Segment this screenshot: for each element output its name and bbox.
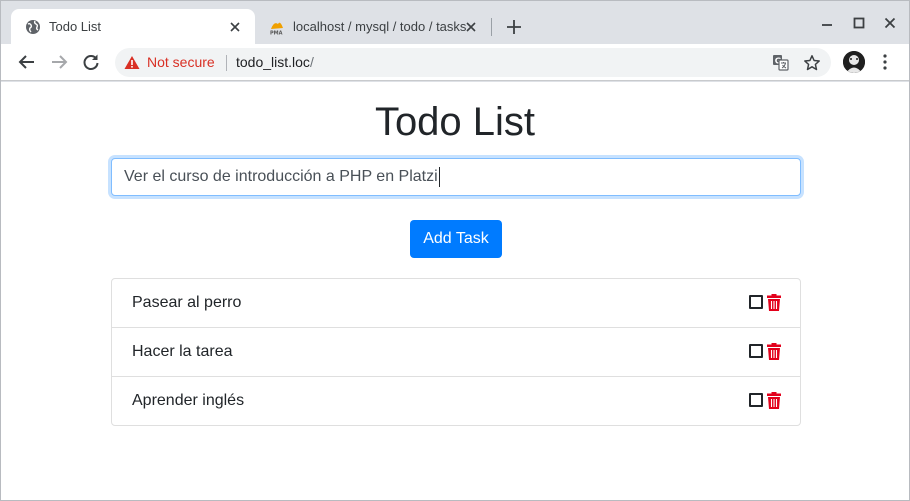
trash-icon[interactable] bbox=[767, 343, 781, 360]
url-text[interactable]: todo_list.loc/ bbox=[236, 54, 314, 70]
tab-separator bbox=[491, 18, 492, 36]
add-task-button[interactable]: Add Task bbox=[410, 220, 502, 258]
more-menu-icon[interactable] bbox=[879, 53, 891, 71]
warning-icon[interactable] bbox=[124, 55, 140, 70]
minimize-icon[interactable] bbox=[819, 15, 835, 31]
url-path: / bbox=[309, 54, 314, 70]
task-text: Pasear al perro bbox=[132, 294, 242, 311]
browser-toolbar: Not secure todo_list.loc/ G bbox=[1, 44, 909, 81]
trash-icon[interactable] bbox=[767, 294, 781, 311]
new-tab-icon[interactable] bbox=[504, 17, 524, 37]
trash-icon[interactable] bbox=[767, 392, 781, 409]
forward-arrow-icon[interactable] bbox=[49, 52, 69, 72]
task-row: Pasear al perro bbox=[112, 279, 800, 328]
task-text: Aprender inglés bbox=[132, 392, 245, 409]
maximize-icon[interactable] bbox=[851, 15, 867, 31]
task-row: Hacer la tarea bbox=[112, 328, 800, 377]
text-caret bbox=[438, 166, 440, 187]
task-checkbox[interactable] bbox=[749, 393, 763, 407]
task-input-value: Ver el curso de introducción a PHP en Pl… bbox=[124, 168, 438, 185]
profile-avatar[interactable] bbox=[843, 51, 865, 73]
task-list: Pasear al perro Hacer la tarea Aprender … bbox=[111, 278, 801, 426]
close-window-icon[interactable] bbox=[882, 15, 898, 31]
tab-title: Todo List bbox=[49, 19, 102, 34]
phpmyadmin-icon: PMA bbox=[270, 22, 283, 36]
reload-icon[interactable] bbox=[81, 52, 101, 72]
tab-strip: Todo List PMA localhost / mysql / todo /… bbox=[1, 1, 909, 45]
omnibox-divider bbox=[226, 55, 227, 71]
translate-icon[interactable]: G bbox=[772, 54, 789, 71]
avatar-image bbox=[843, 51, 865, 73]
browser-window: Todo List PMA localhost / mysql / todo /… bbox=[0, 0, 910, 501]
tab-title: localhost / mysql / todo / tasks bbox=[293, 19, 467, 34]
globe-icon bbox=[26, 20, 40, 34]
url-host: todo_list.loc bbox=[236, 54, 310, 70]
close-icon[interactable] bbox=[463, 19, 479, 35]
tab-todo-list[interactable]: Todo List bbox=[11, 9, 255, 45]
tab-phpmyadmin[interactable]: PMA localhost / mysql / todo / tasks bbox=[255, 9, 491, 45]
bookmark-star-icon[interactable] bbox=[803, 54, 821, 72]
task-row: Aprender inglés bbox=[112, 377, 800, 425]
security-status[interactable]: Not secure bbox=[147, 54, 215, 70]
page-title: Todo List bbox=[374, 100, 536, 144]
svg-text:PMA: PMA bbox=[270, 31, 283, 36]
task-input[interactable]: Ver el curso de introducción a PHP en Pl… bbox=[111, 158, 801, 196]
task-checkbox[interactable] bbox=[749, 344, 763, 358]
task-text: Hacer la tarea bbox=[132, 343, 233, 360]
close-icon[interactable] bbox=[227, 19, 243, 35]
task-checkbox[interactable] bbox=[749, 295, 763, 309]
address-bar[interactable]: Not secure todo_list.loc/ G bbox=[115, 48, 831, 77]
back-arrow-icon[interactable] bbox=[17, 52, 37, 72]
page-content: Todo List Ver el curso de introducción a… bbox=[1, 82, 909, 500]
